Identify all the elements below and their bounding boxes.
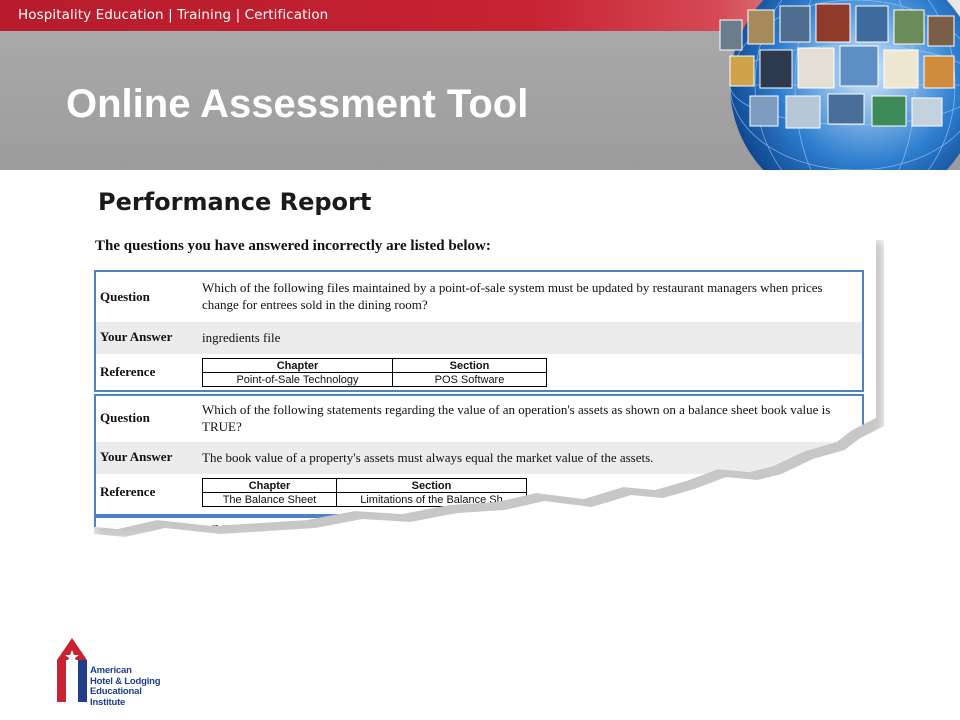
question-block-1: Question Which of the following files ma… [94,270,864,392]
question-row: Question Which of the following files ma… [96,272,862,322]
chapter-cell: The Balance Sheet [202,492,337,507]
tagline: Hospitality Education | Training | Certi… [18,7,329,23]
question-text: Which of the following statements regard… [202,402,831,434]
ahlei-logo: American Hotel & Lodging Educational Ins… [54,634,174,708]
question-label: Question [100,410,150,425]
answer-row: Your Answer ingredients file [96,322,862,354]
question-block-2: Question Which of the following statemen… [94,394,864,516]
section-header: Section [392,358,547,373]
reference-table: Chapter Section The Balance Sheet Limita… [202,478,527,507]
your-answer-label: Your Answer [100,449,173,464]
report-heading: Performance Report [98,188,372,216]
section-header: Section [336,478,527,493]
question-row: Question Which of the following statemen… [96,396,862,442]
chapter-header: Chapter [202,478,337,493]
chapter-header: Chapter [202,358,393,373]
logo-line-1: American [90,665,132,676]
reference-label: Reference [100,364,156,379]
logo-line-3: Educational Institute [90,686,142,708]
question-block-3-partial: Whi [94,516,864,532]
answer-row: Your Answer The book value of a property… [96,442,862,474]
reference-label: Reference [100,484,156,499]
performance-report-clipping: The questions you have answered incorrec… [86,232,876,532]
chapter-cell: Point-of-Sale Technology [202,372,393,387]
answer-text: ingredients file [202,330,281,345]
your-answer-label: Your Answer [100,329,173,344]
section-cell: Limitations of the Balance Sh [336,492,527,507]
reference-row: Reference Chapter Section Point-of-Sale … [96,354,862,390]
logo-text: American Hotel & Lodging Educational Ins… [90,665,174,708]
answer-text: The book value of a property's assets mu… [202,450,654,465]
question-text-partial: Whi [202,522,226,532]
question-label: Question [100,289,150,304]
reference-row: Reference Chapter Section The Balance Sh… [96,474,862,514]
reference-table: Chapter Section Point-of-Sale Technology… [202,358,547,387]
report-paper: The questions you have answered incorrec… [86,232,876,532]
question-text: Which of the following files maintained … [202,280,823,312]
section-cell: POS Software [392,372,547,387]
globe-collage-image [690,0,960,170]
house-logo-icon [57,638,87,702]
report-intro: The questions you have answered incorrec… [95,238,491,254]
page-title: Online Assessment Tool [66,82,529,126]
